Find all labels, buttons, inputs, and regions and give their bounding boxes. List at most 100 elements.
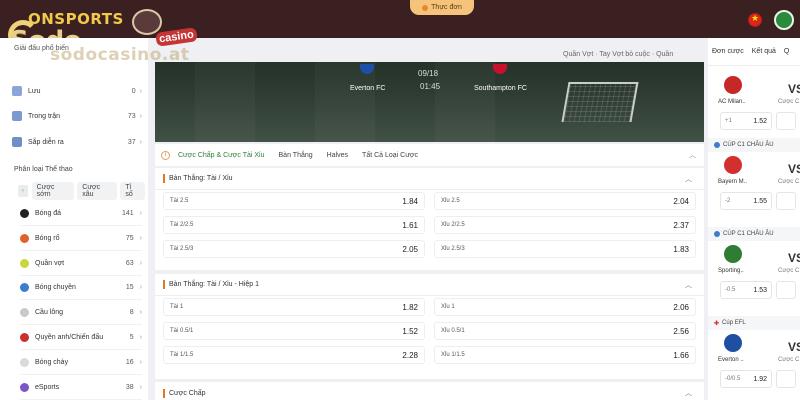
chevron-up-icon[interactable]: ︿ [685, 388, 692, 398]
odds-button-secondary[interactable] [776, 370, 796, 388]
tab-results[interactable]: Kết quả [752, 48, 776, 55]
competition-label: CÚP C1 CHÂU ÂU [708, 138, 800, 152]
tab-handicap-ou[interactable]: Cược Chấp & Cược Tài Xỉu [178, 152, 265, 159]
chevron-right-icon: › [139, 210, 142, 217]
chevron-up-icon[interactable]: ︿ [685, 280, 692, 290]
odds-label: Tài 1/1.5 [170, 352, 194, 358]
market-title: Cược Chấp [169, 389, 206, 397]
odds-button[interactable]: Tài 1/1.5 2.28 [163, 346, 425, 364]
sport-count: 15 [125, 284, 134, 292]
market-tabs: i Cược Chấp & Cược Tài Xỉu Bàn Thắng Hal… [155, 144, 704, 166]
sidebar-sport-7[interactable]: eSports 38 › [20, 376, 142, 400]
sidebar-item-saved[interactable]: Lưu 0 › [10, 80, 142, 102]
chevron-right-icon: › [139, 358, 142, 366]
sport-icon [20, 357, 29, 367]
sidebar-item-live[interactable]: Trong trận 73 › [10, 105, 142, 127]
odds-button-secondary[interactable] [776, 192, 796, 210]
back-icon[interactable]: ‹ [18, 185, 28, 197]
odds-button[interactable]: Xỉu 1/1.5 1.66 [434, 346, 696, 364]
odds-button[interactable]: Xỉu 0.5/1 2.56 [434, 322, 696, 340]
right-panel: Đơn cược Kết quả Q AC Milan.. VS Cược C +1 1… [708, 38, 800, 400]
odds-value: 1.53 [753, 286, 767, 294]
odds-button[interactable]: Xỉu 1 2.06 [434, 298, 696, 316]
match-teams: Everton .. VS Cược C [708, 330, 800, 370]
tab-goals[interactable]: Bàn Thắng [279, 152, 313, 159]
tab-all-markets[interactable]: Tất Cả Loại Cược [362, 152, 418, 159]
sidebar-sport-3[interactable]: Bóng chuyền 15 › [20, 276, 142, 301]
sidebar-sport-4[interactable]: Cầu lông 8 › [20, 301, 142, 326]
odds-button[interactable]: Tài 2.5 1.84 [163, 192, 425, 210]
odds-value: 1.61 [402, 220, 418, 230]
team-crest-icon [724, 76, 742, 94]
sport-icon [20, 209, 29, 218]
sidebar-sport-5[interactable]: Quyền anh/Chiến đấu 5 › [20, 326, 142, 350]
menu-button[interactable]: Thực đơn [410, 0, 474, 15]
breadcrumb[interactable]: Quần Vợt · Tay Vợt bỏ cuộc · Quần [563, 51, 673, 58]
odds-button[interactable]: -0.5 1.53 [720, 281, 772, 299]
chevron-up-icon[interactable]: ︿ [689, 150, 696, 160]
tab-more[interactable]: Q [784, 48, 789, 55]
chevron-right-icon: › [139, 309, 142, 317]
sidebar-sport-6[interactable]: Bóng chày 16 › [20, 351, 142, 375]
odds-value: 2.56 [673, 326, 689, 336]
match-banner: Everton FC 09/18 01:45 Southampton FC [155, 62, 704, 142]
competition-label: CÚP C1 CHÂU ÂU [708, 227, 800, 241]
right-match-card[interactable]: ✚Cúp EFL Everton .. VS Cược C -0/0.5 1.92 [708, 316, 800, 390]
odds-button[interactable]: Tài 2.5/3 2.05 [163, 240, 425, 258]
sidebar-sport-2[interactable]: Quần vợt 63 › [20, 252, 142, 276]
info-icon[interactable]: i [161, 150, 170, 160]
odds-button[interactable]: Xỉu 2.5 2.04 [434, 192, 696, 210]
filter-score[interactable]: Tỉ số [120, 182, 145, 200]
sidebar-item-count: 37 [127, 138, 136, 146]
sidebar-sport-0[interactable]: Bóng đá 141 › [20, 202, 142, 226]
odds-button[interactable]: Tài 0.5/1 1.52 [163, 322, 425, 340]
odds-button-secondary[interactable] [776, 112, 796, 130]
competition-name: CÚP C1 CHÂU ÂU [723, 231, 774, 237]
market-header[interactable]: Cược Chấp ︿ [155, 382, 704, 400]
bet-type-label: Cược C [778, 357, 800, 363]
accent-bar [163, 388, 165, 398]
odds-button[interactable]: Tài 1 1.82 [163, 298, 425, 316]
sidebar-item-count: 73 [127, 112, 136, 120]
accent-bar [163, 280, 165, 289]
odds-button[interactable]: +1 1.52 [720, 112, 772, 130]
competition-label: ✚ Cúp EFL [708, 316, 800, 330]
market-header[interactable]: Bàn Thắng: Tài / Xỉu - Hiệp 1 ︿ [155, 274, 704, 296]
filter-parlay[interactable]: Cược xâu [77, 182, 118, 200]
odds-button[interactable]: -0/0.5 1.92 [720, 370, 772, 388]
star-icon [12, 86, 22, 96]
sport-count: 8 [129, 309, 134, 317]
menu-icon [422, 4, 429, 11]
odds-button[interactable]: Xỉu 2.5/3 1.83 [434, 240, 696, 258]
team-crest-icon [724, 156, 742, 174]
right-match-card[interactable]: CÚP C1 CHÂU ÂU Sporting.. VS Cược C -0.5 1.53 [708, 227, 800, 301]
sidebar-sport-1[interactable]: Bóng rổ 75 › [20, 227, 142, 251]
chevron-up-icon[interactable]: ︿ [685, 174, 692, 184]
sport-count: 75 [125, 234, 134, 242]
chevron-right-icon: › [139, 259, 142, 267]
live-icon [12, 111, 22, 121]
right-match-card[interactable]: CÚP C1 CHÂU ÂU Bayern M.. VS Cược C -2 1.55 [708, 138, 800, 212]
accent-bar [163, 174, 165, 183]
sidebar-item-label: Sắp diễn ra [28, 138, 64, 146]
vietnam-flag-icon[interactable] [748, 13, 762, 27]
odds-button[interactable]: Xỉu 2/2.5 2.37 [434, 216, 696, 234]
right-match-card[interactable]: AC Milan.. VS Cược C +1 1.52 [708, 66, 800, 132]
vs-label: VS [788, 162, 800, 176]
odds-label: Xỉu 2.5/3 [441, 246, 465, 252]
market-header[interactable]: Bàn Thắng: Tài / Xỉu ︿ [155, 168, 704, 190]
sport-icon [20, 283, 29, 293]
odds-button[interactable]: -2 1.55 [720, 192, 772, 210]
sport-label: Bóng đá [35, 210, 62, 217]
competition-name: Cúp EFL [722, 320, 746, 326]
tab-betslip[interactable]: Đơn cược [712, 48, 744, 55]
odds-value: 1.55 [753, 197, 767, 205]
odds-value: 1.83 [673, 244, 689, 254]
sidebar-item-upcoming[interactable]: Sắp diễn ra 37 › [10, 131, 142, 153]
odds-button[interactable]: Tài 2/2.5 1.61 [163, 216, 425, 234]
tab-halves[interactable]: Halves [327, 152, 348, 159]
odds-button-secondary[interactable] [776, 281, 796, 299]
filter-early[interactable]: Cược sớm [31, 182, 75, 200]
calendar-icon [12, 137, 22, 147]
avatar[interactable] [774, 10, 794, 30]
